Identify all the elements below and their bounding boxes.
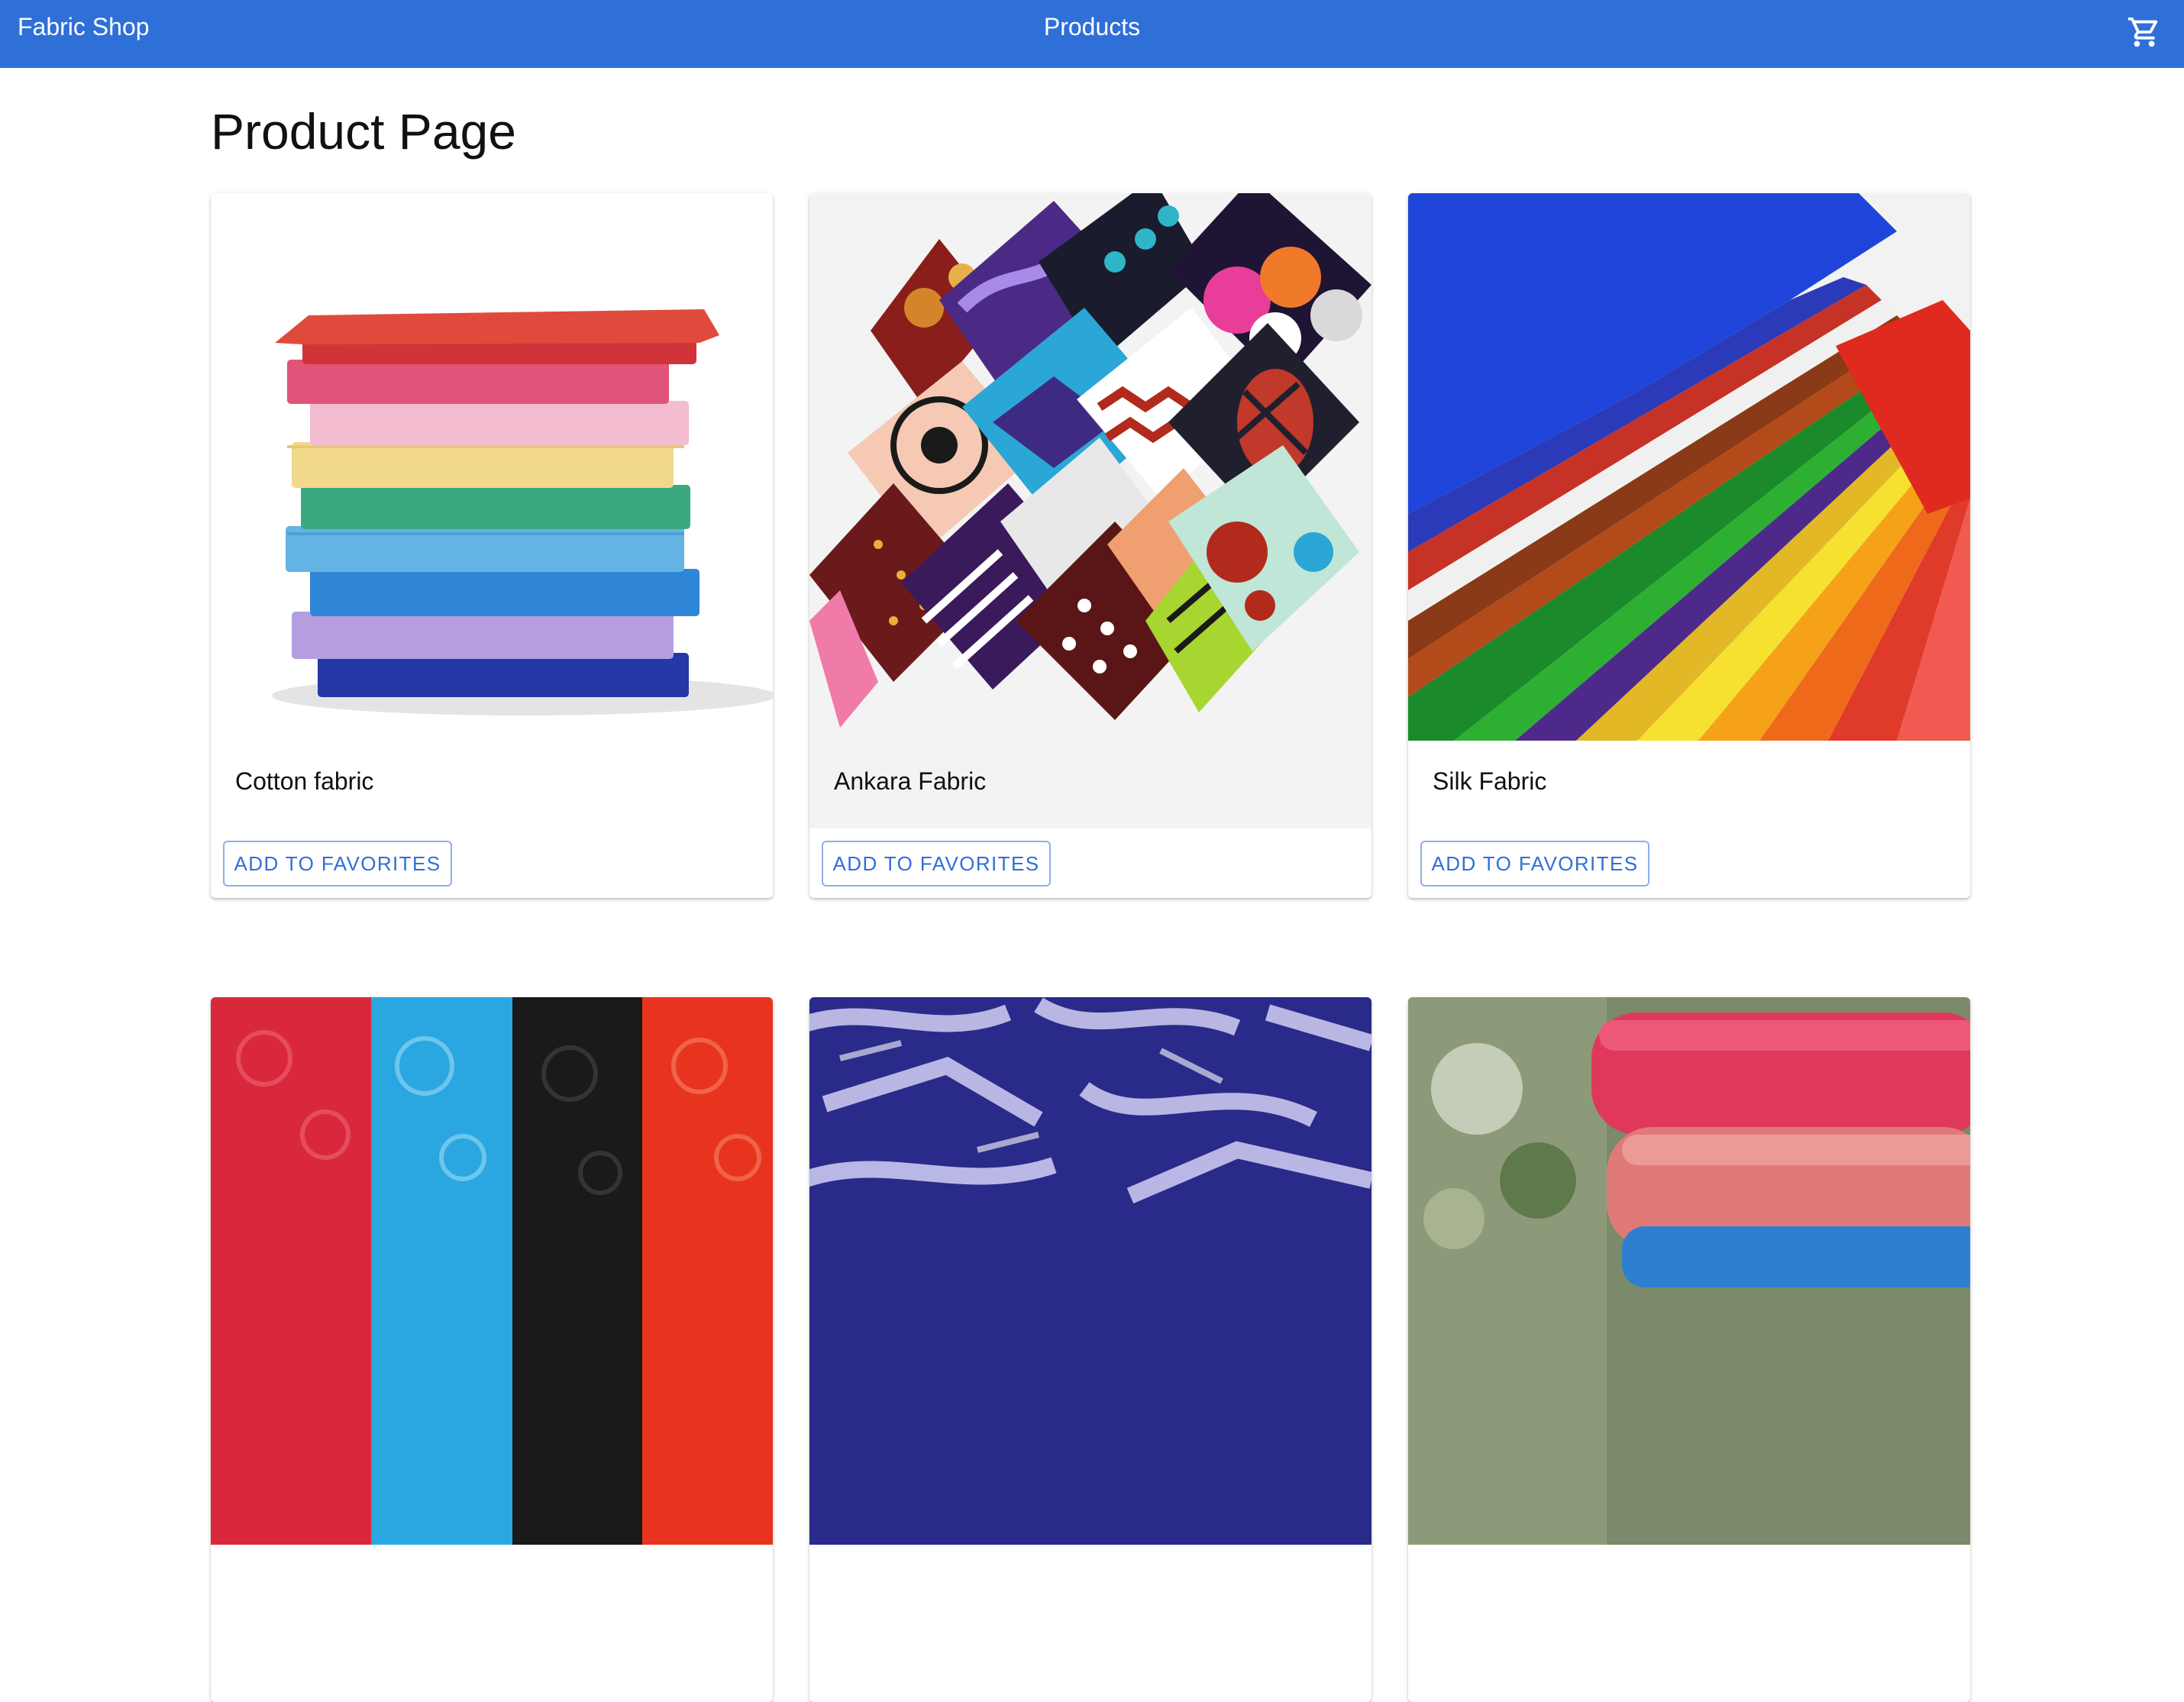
product-name[interactable]: Ankara Fabric: [834, 767, 986, 796]
product-image-cotton[interactable]: [211, 193, 773, 741]
card-actions: ADD TO FAVORITES: [809, 828, 1371, 898]
shopping-cart-icon: [2127, 15, 2162, 50]
add-to-favorites-button[interactable]: ADD TO FAVORITES: [822, 841, 1051, 887]
product-card-silk: Silk Fabric ADD TO FAVORITES: [1408, 193, 1970, 898]
product-card-lace: [211, 997, 773, 1702]
product-card-cotton: Cotton fabric ADD TO FAVORITES: [211, 193, 773, 898]
product-image-ankara[interactable]: [809, 193, 1371, 741]
add-to-favorites-button[interactable]: ADD TO FAVORITES: [1420, 841, 1649, 887]
card-actions: ADD TO FAVORITES: [211, 828, 773, 898]
card-content: Ankara Fabric: [809, 741, 1371, 828]
add-to-favorites-button[interactable]: ADD TO FAVORITES: [223, 841, 452, 887]
nav-title-products[interactable]: Products: [1044, 12, 1140, 41]
card-content: Silk Fabric: [1408, 741, 1970, 828]
page-title: Product Page: [211, 103, 516, 160]
product-card-wool: [1408, 997, 1970, 1702]
app-bar: Fabric Shop Products: [0, 0, 2184, 68]
brand-title[interactable]: Fabric Shop: [18, 12, 150, 41]
product-image-wool[interactable]: [1408, 997, 1970, 1545]
product-name[interactable]: Cotton fabric: [235, 767, 373, 796]
product-card-ankara: Ankara Fabric ADD TO FAVORITES: [809, 193, 1371, 898]
product-image-batik[interactable]: [809, 997, 1371, 1545]
product-card-batik: [809, 997, 1371, 1702]
product-image-silk[interactable]: [1408, 193, 1970, 741]
product-image-lace[interactable]: [211, 997, 773, 1545]
card-content: Cotton fabric: [211, 741, 773, 828]
cart-button[interactable]: [2123, 11, 2166, 53]
product-name[interactable]: Silk Fabric: [1433, 767, 1546, 796]
card-actions: ADD TO FAVORITES: [1408, 828, 1970, 898]
